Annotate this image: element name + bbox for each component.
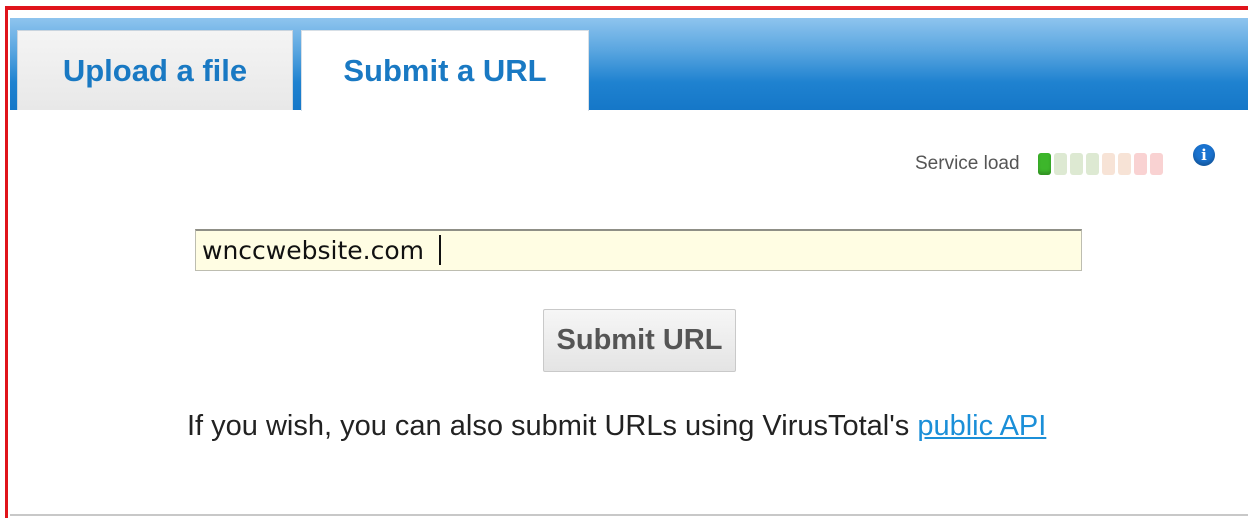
tab-submit-url[interactable]: Submit a URL xyxy=(301,30,589,111)
api-note: If you wish, you can also submit URLs us… xyxy=(187,408,1046,444)
service-load-bar xyxy=(1101,153,1115,175)
service-load-bar xyxy=(1133,153,1147,175)
text-caret xyxy=(439,235,441,265)
service-load-label: Service load xyxy=(915,153,1020,174)
highlight-frame-left xyxy=(5,6,8,518)
highlight-frame-top xyxy=(5,6,1248,10)
service-load-indicator: Service load xyxy=(915,151,1163,177)
public-api-link[interactable]: public API xyxy=(917,410,1046,442)
tab-upload-file-label: Upload a file xyxy=(62,52,248,88)
api-note-text: If you wish, you can also submit URLs us… xyxy=(187,410,910,442)
service-load-bar xyxy=(1053,153,1067,175)
panel-bottom-border xyxy=(10,514,1248,516)
tab-submit-url-label: Submit a URL xyxy=(343,53,547,88)
service-load-bar xyxy=(1149,153,1163,175)
service-load-bar xyxy=(1117,153,1131,175)
service-load-bar xyxy=(1085,153,1099,175)
url-input[interactable] xyxy=(195,229,1082,271)
service-load-bar xyxy=(1069,153,1083,175)
service-load-bars xyxy=(1037,153,1163,175)
tab-upload-file[interactable]: Upload a file xyxy=(17,30,293,110)
service-load-bar xyxy=(1037,153,1051,175)
info-icon[interactable]: i xyxy=(1193,144,1215,166)
submit-url-button[interactable]: Submit URL xyxy=(543,309,736,372)
